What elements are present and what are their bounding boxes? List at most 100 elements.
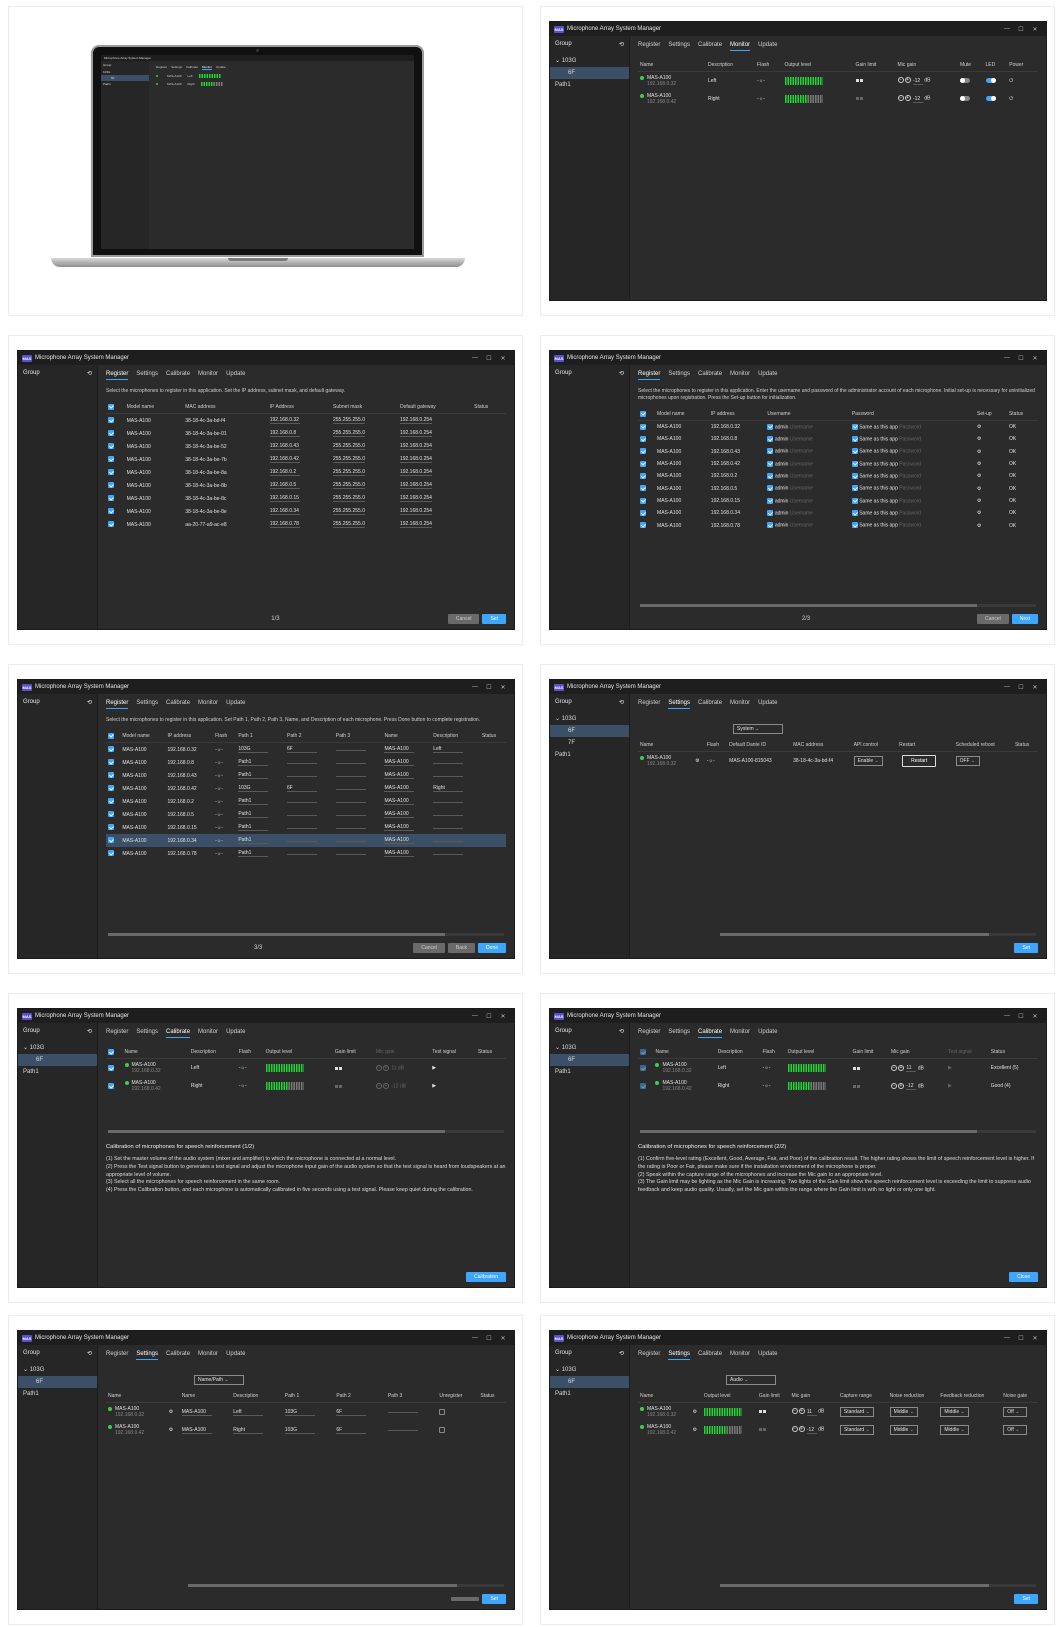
tab-calibrate[interactable]: Calibrate xyxy=(166,371,190,380)
description-field[interactable] xyxy=(433,801,464,803)
row-checkbox[interactable] xyxy=(640,522,646,529)
name-field[interactable]: MAS-A100 xyxy=(384,837,415,845)
minimize-button[interactable]: — xyxy=(468,355,482,361)
row-checkbox[interactable] xyxy=(108,798,114,805)
tab-monitor[interactable]: Monitor xyxy=(198,371,218,380)
tab-calibrate[interactable]: Calibrate xyxy=(698,42,722,51)
refresh-icon[interactable]: ⟲ xyxy=(87,1028,92,1035)
tab-calibrate[interactable]: Calibrate xyxy=(166,1351,190,1360)
table-row[interactable]: MAS-A100 192.168.0.8 admin Username Same … xyxy=(638,433,1038,445)
tab-update[interactable]: Update xyxy=(758,1029,777,1038)
row-checkbox[interactable] xyxy=(108,521,114,528)
refresh-icon[interactable]: ⟲ xyxy=(619,41,624,48)
path2-field[interactable]: 6F xyxy=(336,1427,367,1434)
admin-checkbox[interactable] xyxy=(767,510,774,517)
sidebar-item-path1[interactable]: Path1 xyxy=(550,1066,629,1078)
sidebar-item-path1[interactable]: Path1 xyxy=(550,1388,629,1400)
sidebar-item-6f[interactable]: 6F xyxy=(18,1054,97,1066)
led-toggle[interactable] xyxy=(985,77,996,84)
path1-field[interactable]: Path1 xyxy=(238,772,269,780)
tab-monitor[interactable]: Monitor xyxy=(730,371,750,380)
cell-value[interactable]: 192.168.0.254 xyxy=(399,443,432,451)
feedback-reduction-select[interactable]: Middle xyxy=(940,1425,969,1435)
mic-gain-input[interactable]: -12 xyxy=(906,1083,917,1090)
maximize-button[interactable]: ☐ xyxy=(1014,1013,1028,1020)
sidebar-item-103g[interactable]: ⌄ 103G xyxy=(18,1041,97,1054)
refresh-icon[interactable]: ⟲ xyxy=(619,370,624,377)
table-row[interactable]: MAS-A100 192.168.0.78 admin Username Same… xyxy=(638,519,1038,531)
tab-register[interactable]: Register xyxy=(106,371,129,380)
sidebar-item-path1[interactable]: Path1 xyxy=(550,79,629,91)
close-button[interactable]: ✕ xyxy=(1028,26,1042,33)
minimize-button[interactable]: — xyxy=(1000,1335,1014,1341)
table-row[interactable]: MAS-A100 192.168.0.42 ⚙ MAS-A100 Right 10… xyxy=(106,1421,506,1439)
path3-field[interactable] xyxy=(335,801,366,803)
maximize-button[interactable]: ☐ xyxy=(482,1013,496,1020)
table-row[interactable]: MAS-A100 192.168.0.42 admin Username Same… xyxy=(638,458,1038,470)
cell-value[interactable]: 192.168.0.15 xyxy=(269,495,300,503)
flash-icon[interactable]: -☼- xyxy=(213,847,236,860)
maximize-button[interactable]: ☐ xyxy=(1014,26,1028,33)
tab-monitor[interactable]: Monitor xyxy=(198,1029,218,1038)
maximize-button[interactable]: ☐ xyxy=(1014,1335,1028,1342)
description-field[interactable]: Left xyxy=(233,1409,264,1416)
password-input[interactable]: Password xyxy=(899,473,921,479)
path1-field[interactable]: 103G xyxy=(284,1409,315,1416)
table-row[interactable]: MAS-A100 192.168.0.42 Right -☼- − + -12 dB… xyxy=(638,1077,1038,1095)
cell-value[interactable]: 192.168.0.2 xyxy=(269,469,300,477)
table-row[interactable]: MAS-A100 192.168.0.5 -☼- Path1 MAS-A100 xyxy=(106,808,506,821)
settings-category-select[interactable]: System xyxy=(733,724,783,734)
tab-calibrate[interactable]: Calibrate xyxy=(698,371,722,380)
row-checkbox[interactable] xyxy=(640,448,646,455)
username-input[interactable]: Username xyxy=(790,461,813,467)
minus-icon[interactable]: − xyxy=(791,1408,798,1415)
cell-value[interactable]: 192.168.0.5 xyxy=(269,482,300,490)
tab-update[interactable]: Update xyxy=(758,371,777,380)
path1-field[interactable]: Path1 xyxy=(238,811,269,819)
password-input[interactable]: Password xyxy=(899,424,921,430)
flash-icon[interactable]: -☼- xyxy=(213,743,236,757)
sidebar-item-path1[interactable]: Path1 xyxy=(18,1388,97,1400)
tab-register[interactable]: Register xyxy=(106,1029,128,1038)
table-row[interactable]: MAS-A100 192.168.0.32 ⚙ -☼- MAS-A100-8150… xyxy=(638,752,1038,771)
table-row[interactable]: MAS-A100 192.168.0.32 Left -☼- − + 11 dB ▶… xyxy=(638,1059,1038,1078)
password-input[interactable]: Password xyxy=(899,510,921,516)
tab-settings[interactable]: Settings xyxy=(668,1351,691,1360)
same-as-app-checkbox[interactable] xyxy=(851,522,858,529)
plus-icon[interactable]: + xyxy=(798,1426,805,1433)
mute-toggle[interactable] xyxy=(959,77,970,84)
feedback-reduction-select[interactable]: Middle xyxy=(940,1407,969,1417)
minus-icon[interactable]: − xyxy=(890,1064,897,1071)
table-row[interactable]: MAS-A100 38-18-4c-3a-be-52 192.168.0.43 255… xyxy=(106,440,506,453)
tab-settings[interactable]: Settings xyxy=(668,371,690,380)
table-row[interactable]: MAS-A100 38-18-4c-3a-be-8e 192.168.0.34 255… xyxy=(106,505,506,518)
sidebar-item-6f[interactable]: 6F xyxy=(550,1376,629,1388)
admin-checkbox[interactable] xyxy=(767,448,774,455)
tab-update[interactable]: Update xyxy=(758,1351,777,1360)
mute-toggle[interactable] xyxy=(959,95,970,102)
tab-monitor[interactable]: Monitor xyxy=(730,1029,750,1038)
cell-value[interactable]: 255.255.255.0 xyxy=(333,495,365,503)
horizontal-scrollbar[interactable] xyxy=(720,933,1036,936)
gear-icon[interactable]: ⚙ xyxy=(975,445,1007,457)
name-field[interactable]: MAS-A100 xyxy=(384,759,415,767)
tab-update[interactable]: Update xyxy=(226,1351,245,1360)
set-button[interactable]: Set xyxy=(482,1594,506,1604)
set-button[interactable]: Set xyxy=(1014,943,1038,953)
close-button[interactable]: ✕ xyxy=(496,1335,510,1342)
tab-update[interactable]: Update xyxy=(758,700,777,709)
flash-icon[interactable]: -☼- xyxy=(237,1059,264,1078)
table-row[interactable]: MAS-A100 38-18-4c-3a-bd-f4 192.168.0.32 255… xyxy=(106,414,506,428)
row-checkbox[interactable] xyxy=(108,746,114,753)
minimize-button[interactable]: — xyxy=(1000,684,1014,690)
cell-value[interactable]: 255.255.255.0 xyxy=(333,482,365,490)
username-input[interactable]: Username xyxy=(790,436,813,442)
play-icon[interactable]: ▶ xyxy=(430,1077,476,1095)
unregister-checkbox[interactable] xyxy=(439,1426,446,1433)
tab-settings[interactable]: Settings xyxy=(668,700,691,709)
username-input[interactable]: Username xyxy=(790,523,813,529)
play-icon[interactable]: ▶ xyxy=(430,1059,476,1078)
path1-field[interactable]: Path1 xyxy=(238,824,269,832)
close-dialog-button[interactable]: Close xyxy=(1009,1272,1038,1282)
mic-gain-input[interactable]: -12 xyxy=(912,96,923,103)
